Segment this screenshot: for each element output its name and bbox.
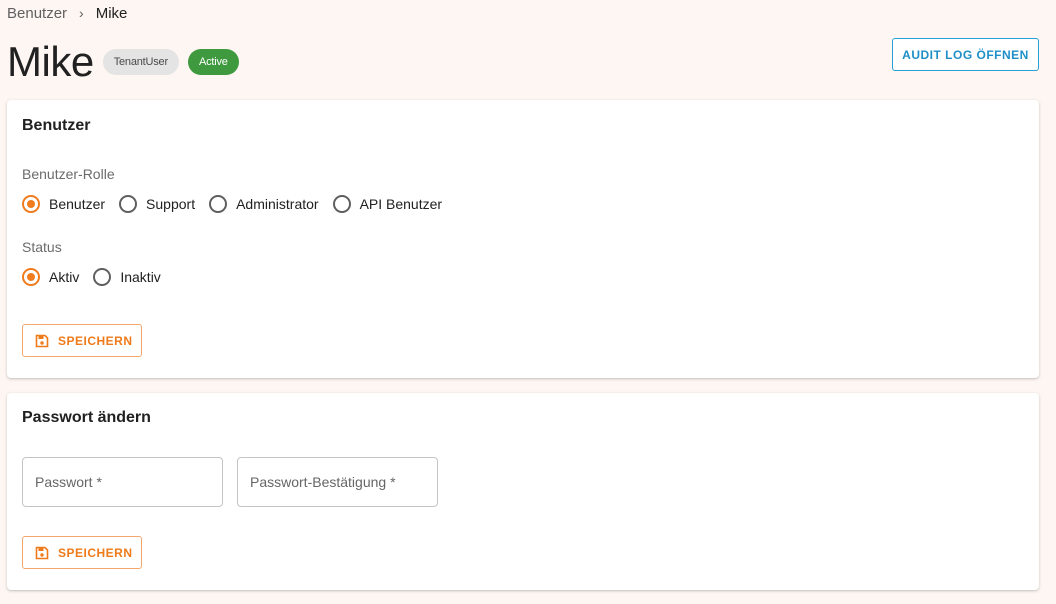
status-option-label: Inaktiv <box>120 269 161 285</box>
password-confirm-field-label: Passwort-Bestätigung * <box>250 474 396 490</box>
password-card-title: Passwort ändern <box>22 409 151 426</box>
status-radio-group: Aktiv Inaktiv <box>22 268 175 286</box>
role-option-api-user[interactable]: API Benutzer <box>332 195 443 213</box>
user-card: Benutzer Benutzer-Rolle Benutzer Support… <box>7 100 1039 378</box>
radio-unchecked-icon[interactable] <box>332 195 351 213</box>
breadcrumb-current: Mike <box>95 4 128 22</box>
role-radio-group: Benutzer Support Administrator API Benut… <box>22 195 456 213</box>
user-card-title: Benutzer <box>22 117 91 134</box>
status-option-active[interactable]: Aktiv <box>22 268 79 286</box>
role-field-label: Benutzer-Rolle <box>22 166 115 182</box>
role-badge: TenantUser <box>102 49 179 75</box>
breadcrumb-link-users[interactable]: Benutzer <box>7 5 67 22</box>
radio-checked-icon[interactable] <box>22 195 40 213</box>
page-header: Mike TenantUser Active <box>7 38 239 86</box>
chevron-right-icon: › <box>79 5 84 21</box>
radio-unchecked-icon[interactable] <box>119 195 138 213</box>
password-confirm-field[interactable]: Passwort-Bestätigung * <box>237 457 438 507</box>
role-option-benutzer[interactable]: Benutzer <box>22 195 105 213</box>
save-password-button-label: SPEICHERN <box>58 545 133 560</box>
page-title: Mike <box>7 38 94 85</box>
role-option-label: Support <box>146 196 196 212</box>
role-option-label: API Benutzer <box>359 196 443 212</box>
breadcrumb: Benutzer › Mike <box>7 4 127 22</box>
save-user-button[interactable]: SPEICHERN <box>22 324 142 357</box>
floppy-disk-icon <box>35 546 49 560</box>
open-audit-log-button[interactable]: AUDIT LOG ÖFFNEN <box>892 38 1039 71</box>
save-password-button[interactable]: SPEICHERN <box>22 536 142 569</box>
radio-checked-icon[interactable] <box>22 268 40 286</box>
radio-unchecked-icon[interactable] <box>209 195 228 213</box>
password-card: Passwort ändern Passwort * Passwort-Best… <box>7 393 1039 590</box>
role-option-label: Administrator <box>236 196 319 212</box>
password-field-label: Passwort * <box>35 474 102 490</box>
status-field-label: Status <box>22 239 62 255</box>
status-option-inactive[interactable]: Inaktiv <box>93 268 161 286</box>
password-field[interactable]: Passwort * <box>22 457 223 507</box>
role-option-administrator[interactable]: Administrator <box>209 195 319 213</box>
save-user-button-label: SPEICHERN <box>58 333 133 348</box>
floppy-disk-icon <box>35 334 49 348</box>
status-badge: Active <box>187 49 239 75</box>
role-option-support[interactable]: Support <box>119 195 195 213</box>
role-option-label: Benutzer <box>49 196 106 212</box>
radio-unchecked-icon[interactable] <box>93 268 112 286</box>
status-option-label: Aktiv <box>49 269 80 285</box>
